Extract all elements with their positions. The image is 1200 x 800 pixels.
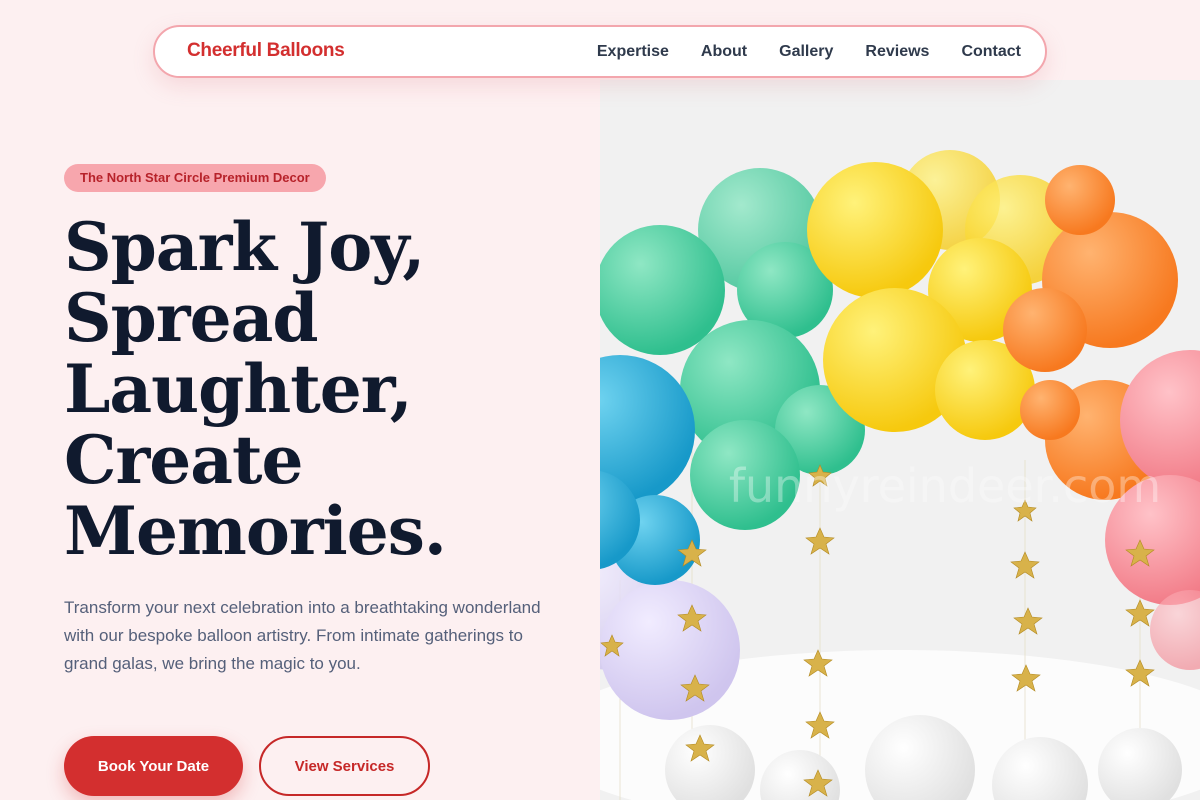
view-services-button[interactable]: View Services — [259, 736, 430, 796]
nav-link-about[interactable]: About — [701, 43, 747, 61]
nav-link-contact[interactable]: Contact — [961, 43, 1021, 61]
headline-line: Laughter, — [64, 350, 413, 428]
headline-line: Memories. — [64, 492, 447, 570]
headline-line: Spread — [64, 279, 319, 357]
hero-balloon-image: funnyreindeer.com — [600, 80, 1200, 800]
book-your-date-button[interactable]: Book Your Date — [64, 736, 243, 796]
image-watermark: funnyreindeer.com — [729, 459, 1161, 513]
nav-link-gallery[interactable]: Gallery — [779, 43, 833, 61]
nav-links: Expertise About Gallery Reviews Contact — [597, 43, 1021, 61]
hero-lead-paragraph: Transform your next celebration into a b… — [64, 598, 541, 673]
brand-logo-text[interactable]: Cheerful Balloons — [187, 40, 345, 62]
headline-line: Create — [64, 421, 304, 499]
balloon-garland-illustration: funnyreindeer.com — [600, 80, 1200, 800]
hero-badge: The North Star Circle Premium Decor — [64, 164, 326, 192]
headline-line: Spark Joy, — [64, 208, 425, 286]
nav-link-expertise[interactable]: Expertise — [597, 43, 669, 61]
top-navigation: Cheerful Balloons Expertise About Galler… — [153, 25, 1047, 78]
hero-headline: Spark Joy, Spread Laughter, Create Memor… — [64, 212, 584, 567]
nav-link-reviews[interactable]: Reviews — [865, 43, 929, 61]
